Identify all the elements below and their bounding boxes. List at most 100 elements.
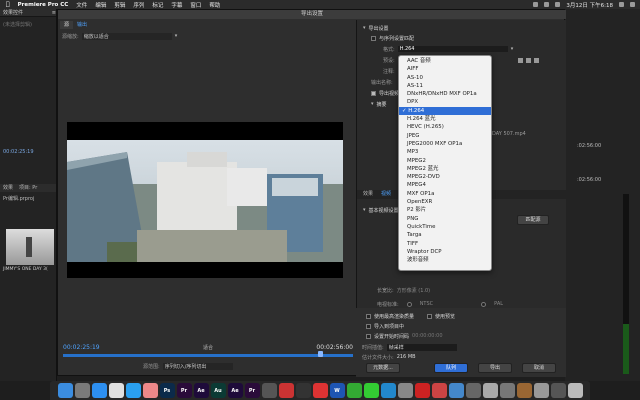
format-option[interactable]: OpenEXR xyxy=(399,198,491,206)
import-preset-icon[interactable] xyxy=(525,57,531,63)
dock-safari-icon[interactable] xyxy=(91,383,107,398)
dock-finder-icon[interactable] xyxy=(57,383,73,398)
timeline-scrubber[interactable] xyxy=(63,351,353,357)
format-option[interactable]: MPEG4 xyxy=(399,181,491,189)
format-select[interactable]: H.264 xyxy=(397,46,508,52)
dock-app-12-icon[interactable] xyxy=(499,383,515,398)
dock-app-4-icon[interactable] xyxy=(346,383,362,398)
dock-app-13-icon[interactable] xyxy=(516,383,532,398)
format-option[interactable]: AS-10 xyxy=(399,74,491,82)
format-option[interactable]: AS-11 xyxy=(399,82,491,90)
dock-chrome-icon[interactable] xyxy=(108,383,124,398)
menu-sequence[interactable]: 序列 xyxy=(133,1,144,9)
tab-effects[interactable]: 效果 xyxy=(363,190,373,199)
dock-app-1-icon[interactable] xyxy=(278,383,294,398)
menu-title[interactable]: 字幕 xyxy=(171,1,182,9)
format-option[interactable]: JPEG xyxy=(399,132,491,140)
format-option[interactable]: Wraptor DCP xyxy=(399,248,491,256)
dock-app-5-icon[interactable] xyxy=(380,383,396,398)
source-scale-select[interactable]: 缩放以适合 xyxy=(81,32,172,40)
format-option[interactable]: MPEG2 蓝光 xyxy=(399,165,491,173)
format-option[interactable]: PNG xyxy=(399,215,491,223)
format-option[interactable]: AAC 音频 xyxy=(399,57,491,65)
dock-launchpad-icon[interactable] xyxy=(74,383,90,398)
format-option[interactable]: MPEG2-DVD xyxy=(399,173,491,181)
dock-davinci-icon[interactable] xyxy=(261,383,277,398)
format-option[interactable]: AIFF xyxy=(399,65,491,73)
chevron-down-icon[interactable]: ▾ xyxy=(175,33,178,39)
dock-app-14-icon[interactable] xyxy=(533,383,549,398)
format-option[interactable]: ✓ H.264 xyxy=(399,106,491,116)
menu-clip[interactable]: 剪辑 xyxy=(114,1,125,9)
max-quality-checkbox[interactable] xyxy=(366,313,371,319)
match-source-button[interactable]: 匹配源 xyxy=(517,215,549,225)
dock-app-11-icon[interactable] xyxy=(482,383,498,398)
dock-wechat-icon[interactable] xyxy=(363,383,379,398)
dock-premiere-2-icon[interactable]: Pr xyxy=(244,383,260,398)
use-preview-checkbox[interactable] xyxy=(427,313,433,319)
format-option[interactable]: Targa xyxy=(399,231,491,239)
search-icon[interactable] xyxy=(619,2,624,7)
effect-controls-tab[interactable]: 效果控件 ≡ xyxy=(0,9,56,17)
tab-output[interactable]: 输出 xyxy=(73,21,91,29)
chevron-down-icon[interactable]: ▾ xyxy=(363,207,366,213)
dock-app-10-icon[interactable] xyxy=(465,383,481,398)
pal-radio[interactable] xyxy=(481,301,487,307)
tab-source[interactable]: 源 xyxy=(60,21,74,29)
source-range-select[interactable]: 序列切入/序列切出 xyxy=(162,362,233,370)
import-project-checkbox[interactable] xyxy=(366,323,371,329)
chevron-down-icon[interactable]: ▾ xyxy=(363,25,366,31)
ntsc-radio[interactable] xyxy=(406,301,412,307)
battery-icon[interactable] xyxy=(555,2,561,7)
dock-premiere-icon[interactable]: Pr xyxy=(176,383,192,398)
chevron-down-icon[interactable]: ▾ xyxy=(371,101,374,107)
menu-edit[interactable]: 编辑 xyxy=(95,1,106,9)
format-option[interactable]: HEVC (H.265) xyxy=(399,123,491,131)
dock-app-15-icon[interactable] xyxy=(550,383,566,398)
chevron-down-icon[interactable]: ▾ xyxy=(511,46,514,52)
export-video-checkbox[interactable] xyxy=(371,90,376,96)
dock-word-icon[interactable]: W xyxy=(329,383,345,398)
format-option[interactable]: 波形音频 xyxy=(399,256,491,264)
clip-thumbnail[interactable] xyxy=(6,229,54,265)
save-preset-icon[interactable] xyxy=(517,57,523,63)
fit-select[interactable]: 适合 xyxy=(203,344,213,351)
dock-app-2-icon[interactable] xyxy=(295,383,311,398)
app-menu[interactable]: Premiere Pro CC xyxy=(18,2,69,8)
dock-photos-icon[interactable] xyxy=(142,383,158,398)
format-option[interactable]: MXF OP1a xyxy=(399,190,491,198)
dock-photoshop-icon[interactable]: Ps xyxy=(159,383,175,398)
menu-markers[interactable]: 标记 xyxy=(152,1,163,9)
dock-trash-icon[interactable] xyxy=(567,383,583,398)
format-option[interactable]: DNxHR/DNxHD MXF OP1a xyxy=(399,90,491,98)
project-tab[interactable]: 项目: Pr xyxy=(19,184,37,192)
current-timecode[interactable]: 00:02:25:19 xyxy=(63,344,100,351)
effects-tab[interactable]: 效果 xyxy=(3,184,13,192)
dock-audition-icon[interactable]: Au xyxy=(210,383,226,398)
delete-preset-icon[interactable] xyxy=(533,57,539,63)
format-option[interactable]: P2 影片 xyxy=(399,206,491,214)
format-option[interactable]: MP3 xyxy=(399,148,491,156)
menubar-clock[interactable]: 3月12日 下午6:18 xyxy=(566,1,613,9)
queue-button[interactable]: 队列 xyxy=(434,363,468,373)
tab-video[interactable]: 视频 xyxy=(381,190,391,199)
interpolation-select[interactable]: 帧采样 xyxy=(386,343,457,351)
volume-icon[interactable] xyxy=(544,2,550,7)
dock-app-8-icon[interactable] xyxy=(431,383,447,398)
control-center-icon[interactable] xyxy=(630,2,635,7)
menu-file[interactable]: 文件 xyxy=(76,1,87,9)
playhead[interactable] xyxy=(318,351,323,357)
format-option[interactable]: JPEG2000 MXF OP1a xyxy=(399,140,491,148)
cancel-button[interactable]: 取消 xyxy=(522,363,556,373)
menu-help[interactable]: 帮助 xyxy=(209,1,220,9)
menu-window[interactable]: 窗口 xyxy=(190,1,201,9)
aspect-select[interactable]: 方形像素 (1.0) xyxy=(397,287,430,294)
apple-icon[interactable]:  xyxy=(6,1,10,8)
dock-qq-icon[interactable] xyxy=(125,383,141,398)
export-button[interactable]: 导出 xyxy=(478,363,512,373)
dock-after-effects-icon[interactable]: Ae xyxy=(193,383,209,398)
dock-after-effects-2-icon[interactable]: Ae xyxy=(227,383,243,398)
start-timecode-checkbox[interactable] xyxy=(366,333,371,339)
match-sequence-checkbox[interactable] xyxy=(371,35,376,41)
format-option[interactable]: QuickTime xyxy=(399,223,491,231)
